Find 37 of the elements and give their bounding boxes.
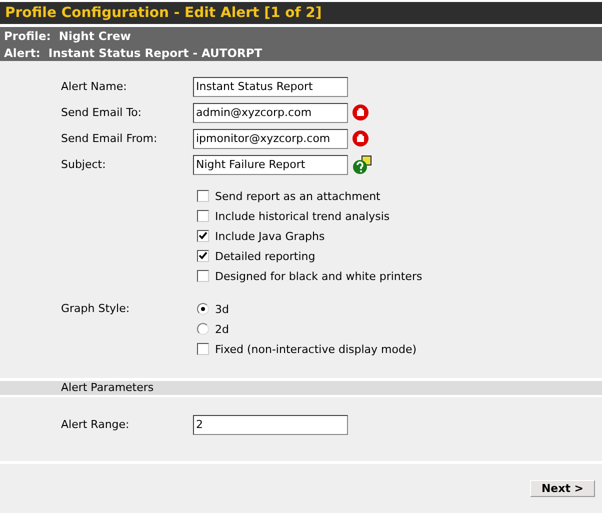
option-label: Include historical trend analysis [215,210,390,222]
option-label: Send report as an attachment [215,190,380,202]
window-title: Profile Configuration - Edit Alert [1 of 2] [0,2,602,24]
input-field[interactable]: admin@xyzcorp.com [193,102,348,122]
option-label: Designed for black and white printers [215,270,422,282]
checkbox[interactable] [197,190,209,202]
option-label: Detailed reporting [215,250,316,262]
option-label: Fixed (non-interactive display mode) [215,342,417,356]
radio-button[interactable] [197,323,209,335]
alert-label: Alert: [4,46,40,60]
field-label: Send Email To: [61,106,143,119]
input-field[interactable]: Night Failure Report [193,154,348,174]
stop-hand-icon [352,104,369,121]
profile-label: Profile: [4,28,51,42]
checkbox[interactable] [197,270,209,282]
next-button[interactable]: Next > [530,480,595,497]
option-label: Include Java Graphs [215,230,325,242]
input-field[interactable]: ipmonitor@xyzcorp.com [193,128,348,148]
field-label: Graph Style: [61,301,131,317]
field-label: Send Email From: [61,132,158,145]
checkbox[interactable] [197,250,209,262]
stop-hand-icon [352,130,369,147]
alert-name: Instant Status Report - AUTORPT [48,46,262,60]
radio-label: 3d [215,302,229,316]
checkbox[interactable] [197,343,209,355]
radio-button[interactable] [197,303,209,315]
profile-name: Night Crew [58,28,131,42]
checkbox[interactable] [197,230,209,242]
field-label: Alert Name: [61,80,128,93]
section-header: Alert Parameters [0,381,602,395]
checkbox[interactable] [197,210,209,222]
field-label: Subject: [61,158,107,171]
input-field[interactable]: 2 [193,414,348,434]
input-field[interactable]: Instant Status Report [193,76,348,96]
radio-label: 2d [215,322,229,336]
field-label: Alert Range: [61,418,130,431]
help-icon[interactable] [352,154,372,174]
